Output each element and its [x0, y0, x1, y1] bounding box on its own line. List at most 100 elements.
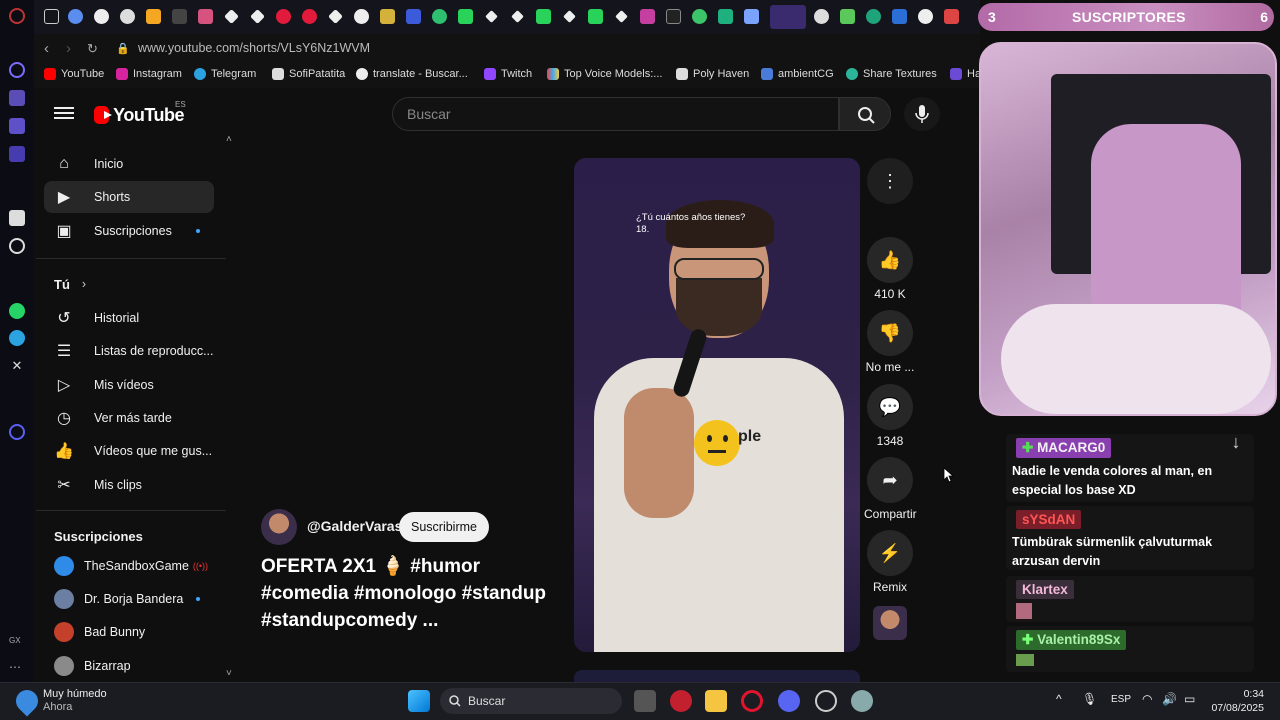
wifi-icon[interactable]: ◠ — [1142, 692, 1152, 706]
weather-widget[interactable]: Muy húmedo Ahora — [43, 688, 107, 714]
scroll-down-icon[interactable]: ˅ — [226, 668, 232, 679]
channel-name[interactable]: @GalderVaras — [307, 518, 402, 534]
bookmark-translate[interactable]: translate - Buscar... — [356, 68, 468, 80]
sub-channel-bad-bunny[interactable]: Bad Bunny — [44, 616, 214, 648]
nav-playlists[interactable]: ☰ Listas de reproducc... — [44, 335, 214, 367]
tab-icon[interactable] — [120, 9, 135, 24]
nav-subscriptions[interactable]: ▣ Suscripciones — [44, 215, 214, 247]
nav-liked-videos[interactable]: 👍 Vídeos que me gus... — [44, 435, 214, 467]
nav-my-videos[interactable]: ▷ Mis vídeos — [44, 369, 214, 401]
tab-icon[interactable] — [588, 9, 603, 24]
share-button[interactable]: ➦ Compartir — [864, 457, 917, 521]
comments-button[interactable]: 💬 1348 — [864, 384, 916, 448]
tab-icon[interactable] — [918, 9, 933, 24]
bookmark-youtube[interactable]: YouTube — [44, 68, 104, 80]
discord-icon[interactable] — [778, 690, 800, 712]
voice-search-button[interactable] — [904, 97, 940, 131]
gx-icon[interactable]: GX — [9, 636, 25, 652]
tab-icon[interactable] — [640, 9, 655, 24]
bookmark-share-textures[interactable]: Share Textures — [846, 68, 937, 80]
next-short-preview[interactable] — [574, 670, 860, 682]
whatsapp-icon[interactable] — [9, 303, 25, 319]
microphone-icon[interactable]: 🎙 — [1082, 692, 1097, 706]
tab-icon[interactable] — [892, 9, 907, 24]
nav-shorts[interactable]: ▶ Shorts — [44, 181, 214, 213]
search-button[interactable] — [839, 97, 891, 131]
file-explorer-icon[interactable] — [705, 690, 727, 712]
nav-watch-later[interactable]: ◷ Ver más tarde — [44, 402, 214, 434]
youtube-logo[interactable]: YouTube — [94, 104, 184, 126]
bookmark-sofipatatita[interactable]: SofiPatatita — [272, 68, 345, 80]
nav-home[interactable]: ⌂ Inicio — [44, 148, 214, 180]
scroll-to-bottom-icon[interactable]: ↓ — [1222, 432, 1250, 460]
x-icon[interactable]: ✕ — [9, 358, 25, 374]
m-app-icon[interactable] — [9, 146, 25, 162]
tab-icon[interactable] — [302, 9, 317, 24]
opera-logo-icon[interactable] — [9, 8, 25, 24]
tab-icon[interactable] — [718, 9, 733, 24]
bookmark-top-voice[interactable]: Top Voice Models:... — [547, 68, 662, 80]
back-icon[interactable]: ‹ — [44, 40, 49, 57]
tab-icon[interactable] — [840, 9, 855, 24]
tab-icon[interactable] — [406, 9, 421, 24]
subscribe-button[interactable]: Suscribirme — [399, 512, 489, 542]
like-button[interactable]: 👍 410 K — [864, 237, 916, 301]
tab-icon[interactable] — [944, 9, 959, 24]
short-title[interactable]: OFERTA 2X1 🍦 #humor #comedia #monologo #… — [261, 553, 561, 634]
reload-icon[interactable]: ↻ — [87, 41, 98, 57]
more-icon[interactable]: ⋯ — [9, 660, 25, 676]
tab-icon[interactable] — [94, 9, 109, 24]
tab-icon[interactable] — [146, 9, 161, 24]
clock[interactable]: 0:34 07/08/2025 — [1200, 687, 1264, 715]
tab-icon[interactable] — [692, 9, 707, 24]
channel-avatar[interactable] — [261, 509, 297, 545]
tab-icon[interactable] — [44, 9, 59, 24]
tab-icon[interactable] — [814, 9, 829, 24]
twitch-side-icon[interactable] — [9, 118, 25, 134]
language-indicator[interactable]: ESP — [1111, 694, 1131, 705]
tab-icon[interactable] — [198, 9, 213, 24]
nav-you-header[interactable]: Tú › — [44, 268, 214, 300]
tab-icon[interactable] — [563, 10, 576, 23]
history-icon[interactable] — [9, 424, 25, 440]
app-icon[interactable] — [815, 690, 837, 712]
nav-my-clips[interactable]: ✂ Mis clips — [44, 469, 214, 501]
app-icon[interactable] — [670, 690, 692, 712]
chatgpt-icon[interactable] — [9, 238, 25, 254]
tab-icon[interactable] — [354, 9, 369, 24]
tab-icon[interactable] — [511, 10, 524, 23]
windows-start-icon[interactable] — [408, 690, 430, 712]
scroll-up-icon[interactable]: ˄ — [226, 134, 232, 145]
battery-icon[interactable]: ▭ — [1184, 692, 1195, 706]
tab-icon[interactable] — [276, 9, 291, 24]
workspace-icon[interactable] — [9, 90, 25, 106]
aria-icon[interactable] — [9, 62, 25, 78]
tab-icon[interactable] — [615, 10, 628, 23]
taskbar-search[interactable]: Buscar — [440, 688, 622, 714]
tab-icon[interactable] — [328, 9, 343, 24]
forward-icon[interactable]: › — [66, 40, 71, 57]
tab-icon[interactable] — [744, 9, 759, 24]
bookmark-ha[interactable]: Ha — [950, 68, 981, 80]
telegram-icon[interactable] — [9, 330, 25, 346]
task-view-icon[interactable] — [634, 690, 656, 712]
bookmark-instagram[interactable]: Instagram — [116, 68, 182, 80]
sub-channel-dr-borja-bandera[interactable]: Dr. Borja Bandera — [44, 583, 214, 615]
remix-button[interactable]: ⚡ Remix — [864, 530, 916, 594]
tab-icon[interactable] — [485, 10, 498, 23]
sound-thumbnail-button[interactable] — [864, 606, 916, 644]
tab-icon[interactable] — [380, 9, 395, 24]
sub-channel-bizarrap[interactable]: Bizarrap — [44, 650, 214, 682]
tab-icon[interactable] — [458, 9, 473, 24]
ai-app-icon[interactable] — [9, 210, 25, 226]
tray-chevron-icon[interactable]: ^ — [1056, 692, 1062, 706]
tab-icon[interactable] — [536, 9, 551, 24]
dislike-button[interactable]: 👎 No me ... — [864, 310, 916, 374]
tab-icon[interactable] — [172, 9, 187, 24]
tab-icon[interactable] — [866, 9, 881, 24]
bookmark-telegram[interactable]: Telegram — [194, 68, 256, 80]
more-options-button[interactable]: ⋮ — [864, 158, 916, 208]
search-input[interactable]: Buscar — [392, 97, 839, 131]
opera-gx-icon[interactable] — [741, 690, 763, 712]
tab-icon[interactable] — [250, 9, 265, 24]
